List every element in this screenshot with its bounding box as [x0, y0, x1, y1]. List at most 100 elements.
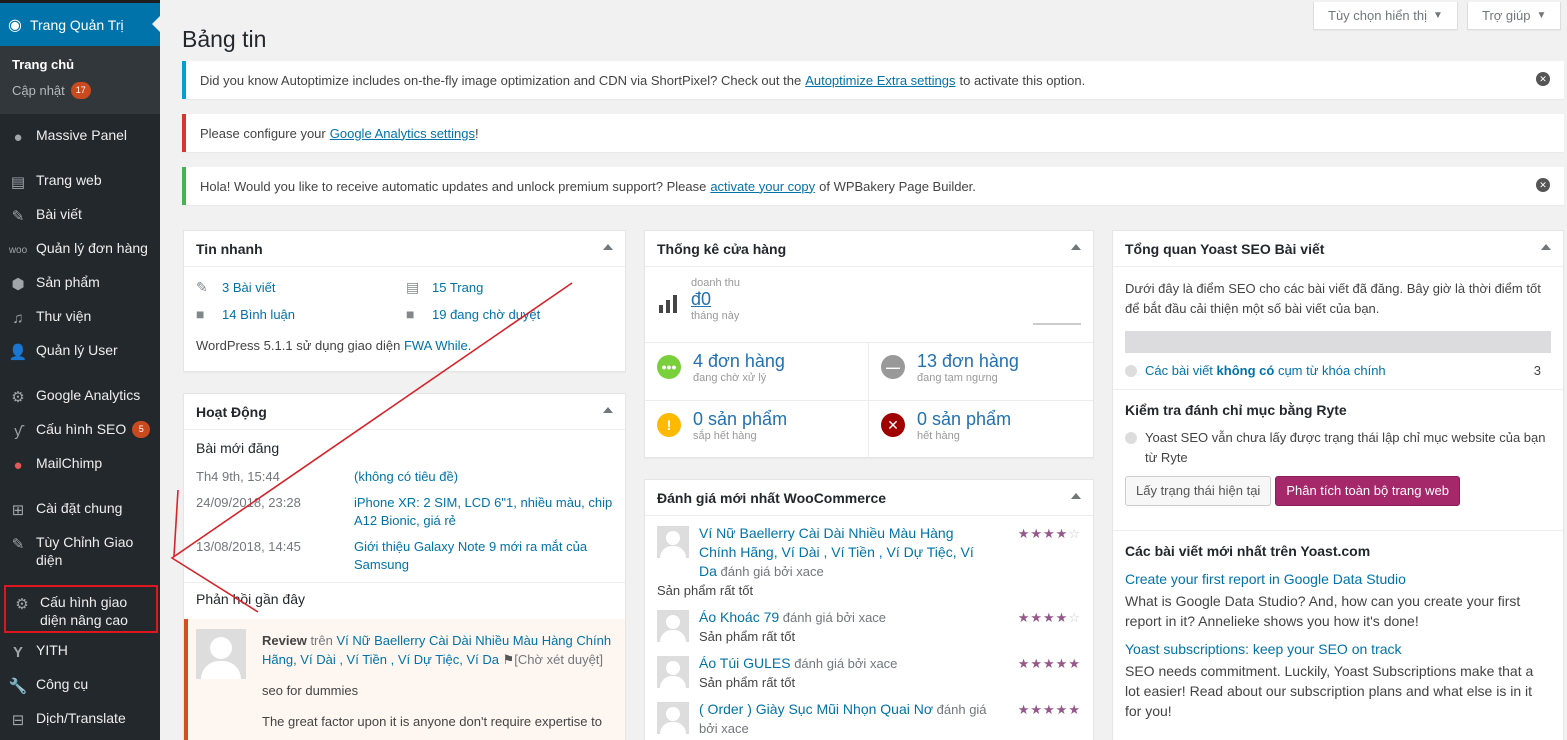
seo-badge: 5: [132, 421, 151, 438]
collapse-icon[interactable]: [1071, 244, 1081, 250]
menu-yith[interactable]: Y YITH: [0, 641, 160, 675]
mailchimp-icon: ●: [13, 456, 23, 474]
review-by: đánh giá bởi: [782, 610, 855, 625]
post-link[interactable]: iPhone XR: 2 SIM, LCD 6"1, nhiều màu, ch…: [354, 494, 613, 530]
post-link[interactable]: Giới thiệu Galaxy Note 9 mới ra mắt của …: [354, 538, 613, 574]
pending-count-link[interactable]: 19 đang chờ duyệt: [432, 307, 540, 322]
dismiss-icon[interactable]: ✕: [1536, 72, 1550, 86]
comment-icon: ■: [196, 306, 205, 322]
menu-seo[interactable]: ƴ Cấu hình SEO 5: [0, 420, 160, 454]
wrench-icon: 🔧: [8, 678, 28, 695]
admin-sidebar: ◉ Trang Quản Trị Trang chủ Cập nhật 17 ● M…: [0, 0, 160, 740]
no-keyphrase-link[interactable]: Các bài viết không có cụm từ khóa chính: [1145, 361, 1386, 381]
widget-header[interactable]: Thống kê cửa hàng: [645, 231, 1093, 267]
notice-text: to activate this option.: [959, 72, 1086, 88]
theme-link[interactable]: FWA While: [404, 338, 468, 353]
review-item: Áo Khoác 79 đánh giá bởi xace ★★★★☆ Sản …: [657, 608, 1081, 646]
pages-icon: ▤: [406, 279, 420, 295]
status-dot-icon: [1125, 432, 1137, 444]
menu-posts[interactable]: ✎ Bài viết: [0, 205, 160, 239]
lightbulb-icon: ●: [13, 128, 23, 146]
review-text: Sản phẩm rất tốt: [699, 629, 796, 644]
collapse-icon[interactable]: [1541, 244, 1551, 250]
widget-header[interactable]: Đánh giá mới nhất WooCommerce: [645, 480, 1093, 516]
menu-mailchimp[interactable]: ● MailChimp: [0, 454, 160, 488]
revenue-label: doanh thu: [691, 277, 740, 289]
submenu-home-label: Trang chủ: [12, 57, 75, 72]
notice-wpbakery: Hola! Would you like to receive automati…: [182, 167, 1564, 205]
revenue-summary[interactable]: doanh thu đ0 tháng này: [645, 267, 1093, 343]
comments-count-link[interactable]: 14 Bình luận: [222, 307, 295, 322]
submenu-home[interactable]: Trang chủ: [0, 52, 160, 77]
analyze-site-button[interactable]: Phân tích toàn bộ trang web: [1275, 476, 1460, 506]
menu-label: Google Analytics: [36, 387, 141, 403]
collapse-icon[interactable]: [1071, 493, 1081, 499]
submenu-updates[interactable]: Cập nhật 17: [0, 77, 160, 104]
menu-pages[interactable]: ▤ Trang web: [0, 171, 160, 205]
widget-header[interactable]: Tin nhanh: [184, 231, 625, 267]
ga-settings-link[interactable]: Google Analytics settings: [330, 126, 475, 141]
section-heading: Các bài viết mới nhất trên Yoast.com: [1125, 543, 1371, 559]
menu-settings[interactable]: ⊞ Cài đặt chung: [0, 499, 160, 533]
review-text: Sản phẩm rất tốt: [699, 675, 796, 690]
glance-pending: ■ 19 đang chờ duyệt: [406, 306, 606, 322]
menu-massive-panel[interactable]: ● Massive Panel: [0, 126, 160, 160]
cell-value: 0 sản phẩm: [917, 409, 1012, 429]
out-of-stock[interactable]: ✕ 0 sản phẩm hết hàng: [869, 401, 1093, 457]
posts-count-link[interactable]: 3 Bài viết: [222, 280, 275, 295]
widget-header[interactable]: Hoạt Động: [184, 394, 625, 430]
menu-orders[interactable]: woo Quản lý đơn hàng: [0, 239, 160, 273]
at-a-glance-widget: Tin nhanh ✎ 3 Bài viết ▤ 15 Trang ■ 14 Bình…: [183, 230, 626, 372]
pages-count-link[interactable]: 15 Trang: [432, 280, 483, 295]
menu-media[interactable]: ♫ Thư viện: [0, 307, 160, 341]
menu-translate[interactable]: ⊟ Dịch/Translate: [0, 709, 160, 740]
yith-icon: Y: [12, 643, 23, 661]
widget-title: Thống kê cửa hàng: [657, 240, 787, 257]
menu-label: YITH: [36, 642, 68, 658]
autoptimize-settings-link[interactable]: Autoptimize Extra settings: [805, 73, 955, 88]
sparkline: [1033, 323, 1081, 325]
screen-options-button[interactable]: Tùy chọn hiển thị ▼: [1313, 2, 1458, 30]
on-hold-orders[interactable]: — 13 đơn hàng đang tạm ngưng: [869, 343, 1093, 401]
list-item: 24/09/2018, 23:28 iPhone XR: 2 SIM, LCD 6…: [196, 494, 613, 530]
help-button[interactable]: Trợ giúp ▼: [1467, 2, 1562, 30]
fetch-status-button[interactable]: Lấy trạng thái hiện tại: [1125, 476, 1272, 506]
dismiss-icon[interactable]: ✕: [1536, 178, 1550, 192]
menu-google-analytics[interactable]: ⚙ Google Analytics: [0, 386, 160, 420]
news-link[interactable]: Create your first report in Google Data …: [1125, 569, 1551, 589]
ryte-status: Yoast SEO vẫn chưa lấy được trạng thái l…: [1125, 428, 1551, 468]
gear-icon: ⚙: [15, 596, 29, 613]
comment-on: trên: [310, 633, 333, 648]
comment-text: The great factor upon it is anyone don't…: [262, 714, 602, 729]
comment-status: [Chờ xét duyệt]: [514, 652, 604, 667]
user-icon: 👤: [8, 344, 28, 361]
menu-products[interactable]: ⬢ Sản phẩm: [0, 273, 160, 307]
collapse-icon[interactable]: [603, 244, 613, 250]
avatar: [196, 629, 246, 679]
yoast-overview-widget: Tổng quan Yoast SEO Bài viết Dưới đây là…: [1112, 230, 1564, 740]
menu-customize[interactable]: ✎ Tùy Chỉnh Giao diện: [0, 533, 160, 585]
dots-icon: •••: [657, 355, 681, 379]
menu-label: Trang web: [36, 172, 102, 188]
notice-text: of WPBakery Page Builder.: [819, 178, 976, 194]
post-link[interactable]: (không có tiêu đề): [354, 468, 613, 486]
activate-copy-link[interactable]: activate your copy: [710, 179, 815, 194]
menu-advanced-theme-settings[interactable]: ⚙ Cấu hình giao diện nâng cao: [4, 585, 158, 633]
glance-comments: ■ 14 Bình luận: [196, 306, 406, 322]
review-product-link[interactable]: ( Order ) Giày Sục Mũi Nhọn Quai Nơ: [699, 701, 933, 717]
notice-text: !: [475, 125, 479, 141]
collapse-icon[interactable]: [603, 407, 613, 413]
processing-orders[interactable]: ••• 4 đơn hàng đang chờ xử lý: [645, 343, 869, 401]
widget-header[interactable]: Tổng quan Yoast SEO Bài viết: [1113, 231, 1563, 267]
low-stock[interactable]: ! 0 sản phẩm sắp hết hàng: [645, 401, 869, 457]
menu-users[interactable]: 👤 Quản lý User: [0, 341, 160, 375]
star-rating: ★★★★☆: [1017, 526, 1081, 541]
review-product-link[interactable]: Áo Túi GULES: [699, 655, 791, 671]
pin-icon: ✎: [11, 208, 25, 225]
menu-tools[interactable]: 🔧 Công cụ: [0, 675, 160, 709]
wp-version-text: WordPress 5.1.1 sử dụng giao diện: [196, 338, 401, 353]
news-link[interactable]: Yoast subscriptions: keep your SEO on tr…: [1125, 639, 1551, 659]
notice-text: Did you know Autoptimize includes on-the…: [200, 72, 802, 88]
review-product-link[interactable]: Áo Khoác 79: [699, 609, 779, 625]
menu-dashboard[interactable]: ◉ Trang Quản Trị: [0, 0, 160, 46]
